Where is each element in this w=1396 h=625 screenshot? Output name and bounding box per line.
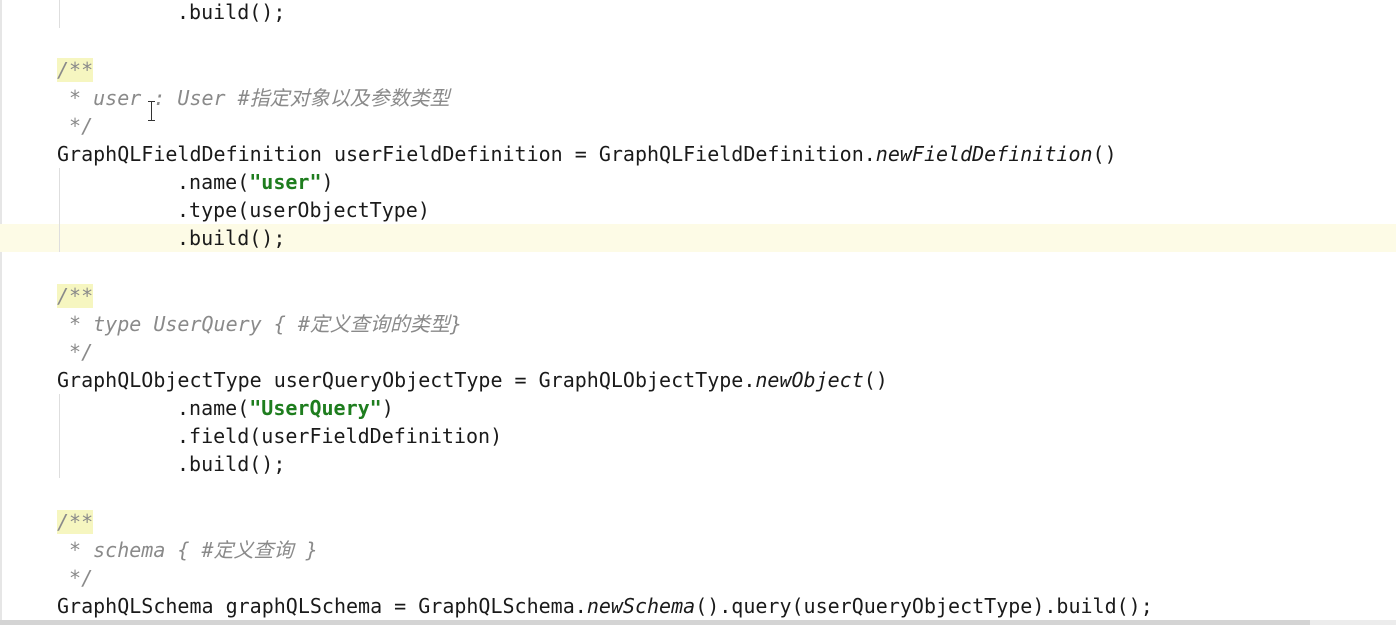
- comment-text: * user : User #指定对象以及参数类型: [57, 86, 450, 110]
- code-text: .type(userObjectType): [177, 198, 430, 222]
- code-text: GraphQLFieldDefinition userFieldDefiniti…: [57, 142, 876, 166]
- code-line[interactable]: GraphQLObjectType userQueryObjectType = …: [57, 366, 888, 394]
- string-literal: "user": [249, 170, 322, 194]
- static-method-call: newFieldDefinition: [875, 142, 1093, 166]
- doc-comment-line[interactable]: * user : User #指定对象以及参数类型: [57, 84, 450, 112]
- indent-guide: [59, 0, 60, 28]
- doc-comment-line[interactable]: */: [57, 112, 93, 140]
- code-editor[interactable]: .build(); /** * user : User #指定对象以及参数类型 …: [0, 0, 1396, 625]
- code-text: .build();: [177, 452, 286, 476]
- comment-text: */: [57, 114, 94, 138]
- static-method-call: newSchema: [586, 594, 696, 618]
- code-line[interactable]: GraphQLSchema graphQLSchema = GraphQLSch…: [57, 592, 1153, 620]
- horizontal-scrollbar[interactable]: [0, 620, 1396, 625]
- code-line[interactable]: GraphQLFieldDefinition userFieldDefiniti…: [57, 140, 1117, 168]
- doc-comment-line[interactable]: */: [57, 338, 93, 366]
- comment-text: * schema { #定义查询 }: [57, 538, 318, 562]
- doc-comment-line[interactable]: * type UserQuery { #定义查询的类型}: [57, 310, 462, 338]
- doc-comment-line[interactable]: */: [57, 564, 93, 592]
- code-line[interactable]: .type(userObjectType): [177, 196, 430, 224]
- code-text: .name(: [177, 396, 250, 420]
- doc-comment-line[interactable]: /**: [57, 282, 94, 310]
- indent-guide: [59, 168, 60, 252]
- static-method-call: newObject: [755, 368, 864, 392]
- doc-comment-line[interactable]: /**: [57, 56, 94, 84]
- doc-comment-line[interactable]: /**: [57, 508, 94, 536]
- code-text: .field(userFieldDefinition): [177, 424, 503, 448]
- scrollbar-thumb[interactable]: [0, 620, 1310, 625]
- code-text: GraphQLSchema graphQLSchema = GraphQLSch…: [57, 594, 587, 618]
- doc-comment-line[interactable]: * schema { #定义查询 }: [57, 536, 318, 564]
- i-beam-cursor-icon: [147, 101, 157, 121]
- code-line[interactable]: .build();: [177, 450, 285, 478]
- indent-guide: [59, 394, 60, 478]
- doc-comment-start: /**: [57, 510, 94, 534]
- code-line[interactable]: .field(userFieldDefinition): [177, 422, 502, 450]
- code-text: ): [321, 170, 334, 194]
- code-text: (): [1092, 142, 1117, 166]
- code-text: GraphQLObjectType userQueryObjectType = …: [57, 368, 756, 392]
- code-text: .build();: [177, 226, 286, 250]
- gutter-border: [0, 0, 2, 625]
- code-line[interactable]: .name("UserQuery"): [177, 394, 394, 422]
- code-line[interactable]: .name("user"): [177, 168, 334, 196]
- code-line[interactable]: .build();: [177, 0, 285, 26]
- doc-comment-start: /**: [57, 284, 94, 308]
- code-line[interactable]: .build();: [177, 224, 285, 252]
- code-text: .build();: [177, 0, 286, 24]
- code-text: ): [381, 396, 394, 420]
- code-text: (): [863, 368, 888, 392]
- string-literal: "UserQuery": [249, 396, 382, 420]
- comment-text: */: [57, 340, 94, 364]
- code-text: ().query(userQueryObjectType).build();: [695, 594, 1153, 618]
- comment-text: * type UserQuery { #定义查询的类型}: [57, 312, 462, 336]
- doc-comment-start: /**: [57, 58, 94, 82]
- code-text: .name(: [177, 170, 250, 194]
- comment-text: */: [57, 566, 94, 590]
